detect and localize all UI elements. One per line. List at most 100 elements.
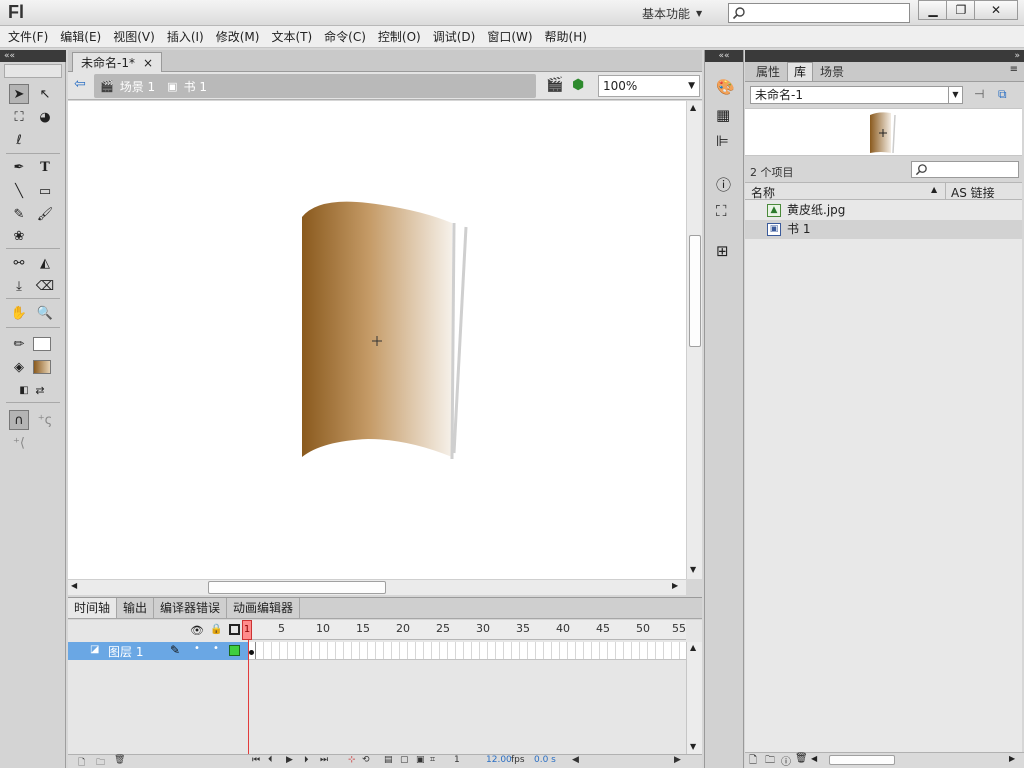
column-name[interactable]: 名称 [751,184,775,201]
collapse-icon[interactable]: » [1014,50,1020,62]
column-divider[interactable] [945,183,946,200]
lock-dot[interactable]: • [213,643,219,654]
eraser-tool-icon[interactable]: ⌫ [35,276,55,296]
panel-collapse-icon[interactable]: «« [0,50,66,62]
info-panel-icon[interactable]: ⓘ [716,174,731,195]
frame-rate-field[interactable]: 12.00 [486,755,512,765]
playhead[interactable]: 1 [242,620,252,640]
layer-name[interactable]: 图层 1 [108,643,143,660]
tools-gripper[interactable] [4,64,62,78]
smooth-icon[interactable]: ⁺ς [35,410,55,430]
scroll-left-icon[interactable]: ◀ [811,754,817,763]
library-item-movieclip[interactable]: ▣ 书 1 [745,220,1022,239]
loop-icon[interactable]: ⟲ [362,755,370,765]
3d-rotation-tool-icon[interactable]: ◕ [35,107,55,127]
new-folder-icon[interactable]: 🗀 [765,753,775,768]
menu-help[interactable]: 帮助(H) [539,26,593,48]
edit-symbols-icon[interactable]: ⬢ [572,77,584,93]
step-back-icon[interactable]: ⏴ [268,755,273,765]
library-item-bitmap[interactable]: ▲ 黄皮纸.jpg [745,201,1022,220]
new-library-panel-icon[interactable]: ⧉ [998,87,1007,102]
text-tool-icon[interactable]: T [35,157,55,177]
close-button[interactable]: ✕ [974,0,1018,20]
subselection-tool-icon[interactable]: ↖ [35,84,55,104]
tab-scene[interactable]: 场景 [813,62,851,81]
close-tab-icon[interactable]: × [143,54,153,72]
library-horizontal-scroll-thumb[interactable] [829,755,895,765]
deco-tool-icon[interactable]: ❀ [9,226,29,246]
menu-text[interactable]: 文本(T) [265,26,318,48]
delete-icon[interactable]: 🗑 [795,753,808,764]
scroll-right-icon[interactable]: ▶ [672,581,678,590]
pen-tool-icon[interactable]: ✒ [9,157,29,177]
book-page-shape[interactable] [302,201,452,457]
library-document-select[interactable]: 未命名-1 ▼ [750,86,963,104]
workspace-switcher[interactable]: 基本功能 ▼ [636,4,708,22]
scroll-down-icon[interactable]: ▼ [690,742,696,751]
tab-compiler-errors[interactable]: 编译器错误 [154,598,228,618]
menu-commands[interactable]: 命令(C) [318,26,372,48]
horizontal-scroll-thumb[interactable] [208,581,386,594]
straighten-icon[interactable]: ⁺⟨ [9,433,29,453]
scroll-down-icon[interactable]: ▼ [690,565,696,574]
expand-panels-icon[interactable]: «« [705,50,743,62]
stroke-color-icon[interactable]: ✏ [9,334,29,354]
eyedropper-tool-icon[interactable]: ⤓ [9,276,29,296]
column-linkage[interactable]: AS 链接 [951,184,995,201]
breadcrumb-scene[interactable]: 场景 1 [120,78,155,95]
hand-tool-icon[interactable]: ✋ [9,303,29,323]
menu-file[interactable]: 文件(F) [2,26,54,48]
bone-tool-icon[interactable]: ⚯ [9,253,29,273]
zoom-tool-icon[interactable]: 🔍 [35,303,55,323]
outline-icon[interactable] [229,624,240,635]
stage[interactable] [68,101,686,579]
edit-scene-icon[interactable]: 🎬 [546,77,563,93]
paint-bucket-tool-icon[interactable]: ◭ [35,253,55,273]
scroll-up-icon[interactable]: ▲ [690,103,696,112]
panel-menu-icon[interactable]: ≡ [1010,64,1018,75]
back-arrow-icon[interactable]: ⇦ [74,76,86,92]
sort-up-icon[interactable]: ▲ [931,185,937,194]
menu-view[interactable]: 视图(V) [107,26,161,48]
layer-row[interactable]: ◪ 图层 1 ✎ • • [68,642,248,660]
components-panel-icon[interactable]: ⊞ [716,242,729,260]
menu-insert[interactable]: 插入(I) [161,26,210,48]
zoom-select[interactable]: 100% ▼ [598,75,700,97]
pencil-tool-icon[interactable]: ✎ [9,204,29,224]
play-icon[interactable]: ▶ [286,755,293,765]
align-panel-icon[interactable]: ⊫ [716,132,729,150]
pin-library-icon[interactable]: ⊣ [974,87,984,101]
scroll-up-icon[interactable]: ▲ [690,643,696,652]
rectangle-tool-icon[interactable]: ▭ [35,181,55,201]
scroll-left-icon[interactable]: ◀ [572,755,579,765]
outline-color-swatch[interactable] [229,645,240,656]
menu-window[interactable]: 窗口(W) [481,26,538,48]
fill-color-swatch[interactable] [33,360,51,374]
free-transform-tool-icon[interactable]: ⛶ [9,107,29,127]
menu-modify[interactable]: 修改(M) [210,26,266,48]
properties-icon[interactable]: ⓘ [781,753,791,768]
tab-output[interactable]: 输出 [117,598,155,618]
document-tab[interactable]: 未命名-1* × [72,52,163,72]
library-search-input[interactable] [911,161,1019,178]
edit-multiple-frames-icon[interactable]: ▣ [416,755,425,765]
tab-timeline[interactable]: 时间轴 [68,598,118,618]
modify-markers-icon[interactable]: ⌗ [430,755,435,765]
stroke-color-swatch[interactable] [33,337,51,351]
onion-outline-icon[interactable]: ▢ [400,755,409,765]
center-frame-icon[interactable]: ⊹ [348,755,356,765]
help-search-input[interactable] [728,3,910,23]
new-folder-icon[interactable]: 🗀 [96,755,105,768]
current-frame-field[interactable]: 1 [454,755,460,765]
frame-ruler[interactable]: 5 10 15 20 25 30 35 40 45 50 55 [248,620,686,640]
new-layer-icon[interactable]: 🗋 [78,755,85,768]
lasso-tool-icon[interactable]: ℓ [9,130,29,150]
scroll-left-icon[interactable]: ◀ [71,581,77,590]
scroll-right-icon[interactable]: ▶ [1009,754,1015,763]
menu-edit[interactable]: 编辑(E) [54,26,107,48]
transform-panel-icon[interactable]: ⛶ [716,202,727,220]
onion-skin-icon[interactable]: ▤ [384,755,393,765]
color-panel-icon[interactable]: 🎨 [716,78,735,96]
lock-icon[interactable]: 🔒 [210,624,222,635]
swap-colors-icon[interactable]: ⇄ [30,380,50,400]
